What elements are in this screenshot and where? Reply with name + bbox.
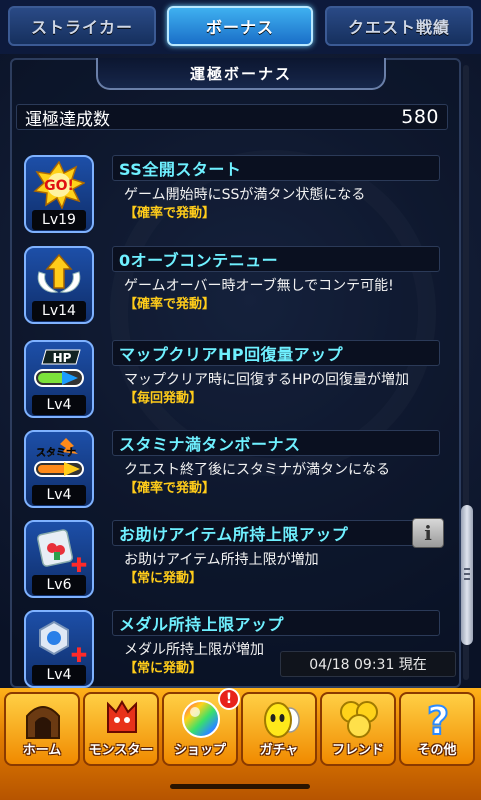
bonus-description: メダル所持上限が増加 xyxy=(124,642,264,658)
bonus-description: クエスト終了後にスタミナが満タンになる xyxy=(124,462,390,478)
bonus-item[interactable]: HP Lv4 マップクリアHP回復量アップ マップクリア時に回復するHPの回復量… xyxy=(24,340,444,426)
bonus-level: Lv4 xyxy=(32,485,86,505)
notification-badge: ! xyxy=(218,688,240,710)
scroll-grip-line xyxy=(464,568,470,570)
bonus-icon-frame: HP Lv4 xyxy=(24,340,94,418)
nav-label: ホーム xyxy=(22,743,62,758)
nav-label: ショップ xyxy=(173,743,226,758)
bonus-icon-frame: Lv14 xyxy=(24,246,94,324)
nav-label: モンスター xyxy=(88,743,154,758)
bonus-trigger: 【常に発動】 xyxy=(124,661,203,676)
timestamp: 04/18 09:31 現在 xyxy=(280,651,456,677)
friend-icon xyxy=(334,698,384,740)
plus-icon: ✚ xyxy=(70,553,88,577)
bonus-name: 0オーブコンテニュー xyxy=(112,246,440,272)
bonus-trigger: 【常に発動】 xyxy=(124,571,203,586)
nav-label: ガチャ xyxy=(259,743,299,758)
go-burst-icon: GO! xyxy=(32,161,86,209)
nav-friend[interactable]: フレンド xyxy=(320,692,396,766)
scrollbar-thumb[interactable] xyxy=(461,505,473,645)
scroll-grip-line xyxy=(464,578,470,580)
bonus-icon-frame: ✚ Lv6 xyxy=(24,520,94,598)
bonus-name: スタミナ満タンボーナス xyxy=(112,430,440,456)
bonus-icon-frame: スタミナ Lv4 xyxy=(24,430,94,508)
bonus-level: Lv4 xyxy=(32,665,86,685)
bonus-item[interactable]: GO! Lv19 SS全開スタート ゲーム開始時にSSが満タン状態になる 【確率… xyxy=(24,155,444,241)
bonus-trigger: 【確率で発動】 xyxy=(124,481,216,496)
bonus-trigger: 【確率で発動】 xyxy=(124,206,216,221)
monster-icon xyxy=(97,698,147,740)
other-icon: ? xyxy=(413,698,463,740)
bonus-description: お助けアイテム所持上限が増加 xyxy=(124,552,319,568)
bonus-item[interactable]: Lv14 0オーブコンテニュー ゲームオーバー時オーブ無しでコンテ可能! 【確率… xyxy=(24,246,444,332)
nav-label: その他 xyxy=(417,743,457,758)
nav-gacha[interactable]: ガチャ xyxy=(241,692,317,766)
bonus-level: Lv14 xyxy=(32,301,86,321)
bonus-description: ゲームオーバー時オーブ無しでコンテ可能! xyxy=(124,278,394,294)
bonus-icon-frame: GO! Lv19 xyxy=(24,155,94,233)
bonus-level: Lv6 xyxy=(32,575,86,595)
tab-striker[interactable]: ストライカー xyxy=(8,6,156,46)
bonus-name: メダル所持上限アップ xyxy=(112,610,440,636)
scroll-grip-line xyxy=(464,573,470,575)
plus-icon: ✚ xyxy=(70,643,88,667)
bonus-icon-frame: ✚ Lv4 xyxy=(24,610,94,688)
bonus-name: SS全開スタート xyxy=(112,155,440,181)
bonus-name: マップクリアHP回復量アップ xyxy=(112,340,440,366)
svg-text:HP: HP xyxy=(53,351,72,365)
nav-other[interactable]: ? その他 xyxy=(399,692,475,766)
bonus-item[interactable]: スタミナ Lv4 スタミナ満タンボーナス クエスト終了後にスタミナが満タンになる… xyxy=(24,430,444,516)
bonus-name: お助けアイテム所持上限アップ xyxy=(112,520,440,546)
nav-monster[interactable]: モンスター xyxy=(83,692,159,766)
bonus-item[interactable]: ✚ Lv6 お助けアイテム所持上限アップ i お助けアイテム所持上限が増加 【常… xyxy=(24,518,444,606)
tab-bonus[interactable]: ボーナス xyxy=(167,6,313,46)
top-tab-bar: ストライカー ボーナス クエスト戦績 xyxy=(0,0,481,54)
nav-home[interactable]: ホーム xyxy=(4,692,80,766)
bonus-trigger: 【確率で発動】 xyxy=(124,297,216,312)
svg-text:GO!: GO! xyxy=(44,178,74,194)
hp-gauge-icon: HP xyxy=(32,346,86,394)
bonus-trigger: 【毎回発動】 xyxy=(124,391,203,406)
bonus-level: Lv19 xyxy=(32,210,86,230)
home-icon xyxy=(18,698,68,740)
bonus-description: マップクリア時に回復するHPの回復量が増加 xyxy=(124,372,409,388)
bonus-level: Lv4 xyxy=(32,395,86,415)
stamina-gauge-icon: スタミナ xyxy=(32,436,86,484)
nav-label: フレンド xyxy=(331,743,384,758)
bonus-description: ゲーム開始時にSSが満タン状態になる xyxy=(124,187,366,203)
winged-arrow-icon xyxy=(32,252,86,300)
gacha-egg-icon xyxy=(255,698,305,740)
unkyoku-count-row: 運極達成数 580 xyxy=(16,104,448,130)
tab-quest-record[interactable]: クエスト戦績 xyxy=(325,6,473,46)
count-value: 580 xyxy=(401,106,439,128)
info-button[interactable]: i xyxy=(412,518,444,548)
svg-text:スタミナ: スタミナ xyxy=(36,447,76,459)
svg-text:?: ? xyxy=(427,699,449,740)
count-label: 運極達成数 xyxy=(25,109,110,130)
panel-title: 運極ボーナス xyxy=(96,58,386,90)
home-indicator[interactable] xyxy=(170,784,310,789)
